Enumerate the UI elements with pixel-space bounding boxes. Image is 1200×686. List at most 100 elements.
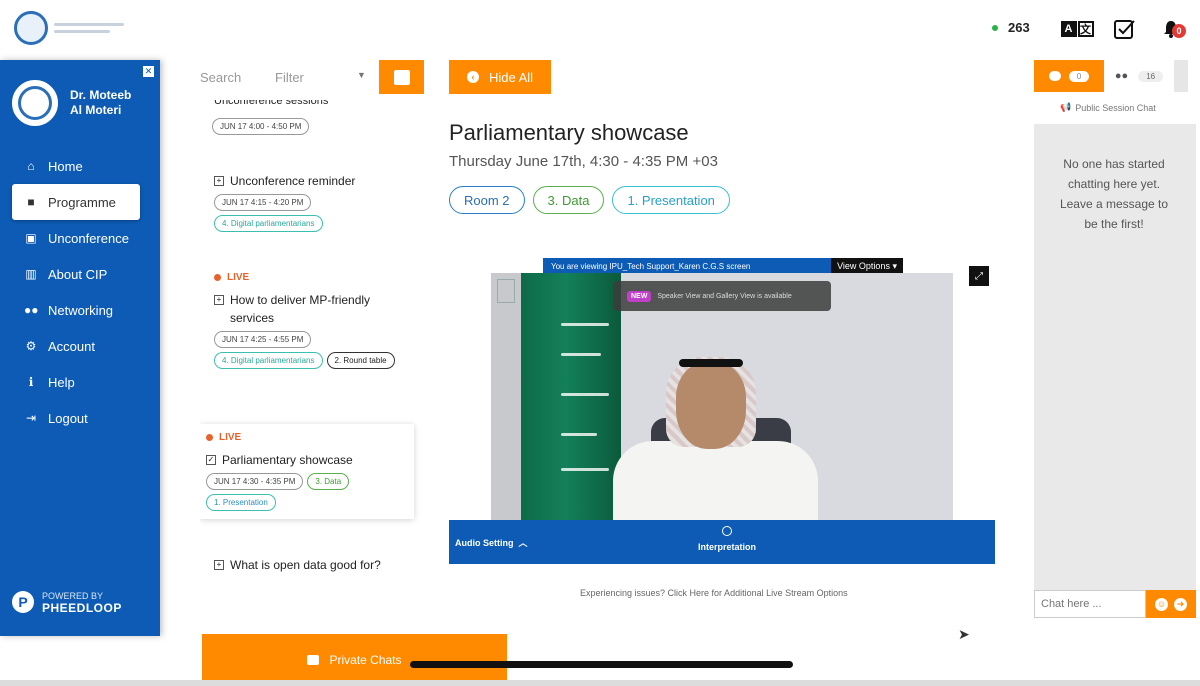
- page-title: Parliamentary showcase: [449, 120, 689, 145]
- calendar-icon: [393, 69, 410, 85]
- online-count: 263: [1008, 20, 1030, 35]
- new-badge: NEW: [627, 290, 652, 302]
- list-item[interactable]: + What is open data good for?: [200, 556, 414, 574]
- schedule-toolbar: Search Filter ▼: [200, 60, 430, 96]
- session-list: Unconference sessions JUN 17 4:00 - 4:50…: [200, 96, 428, 628]
- people-icon: ●●: [1114, 70, 1129, 82]
- format-tag[interactable]: 1. Presentation: [612, 186, 730, 214]
- session-track-chip[interactable]: 4. Digital parliamentarians: [214, 215, 323, 232]
- video-player[interactable]: NEW Speaker View and Gallery View is ava…: [491, 273, 953, 520]
- megaphone-icon: 📢: [1060, 102, 1072, 112]
- screen-share-bar: You are viewing IPU_Tech Support_Karen C…: [543, 258, 903, 274]
- selected-check-icon[interactable]: ✓: [206, 455, 216, 465]
- room-tag[interactable]: Room 2: [449, 186, 525, 214]
- send-icon[interactable]: ➜: [1174, 597, 1187, 611]
- sidebar-close-icon[interactable]: ✕: [143, 66, 154, 77]
- live-indicator: LIVE: [206, 432, 408, 443]
- chat-icon: [307, 655, 320, 665]
- globe-icon: [722, 526, 732, 536]
- view-options-button[interactable]: View Options ▾: [831, 258, 903, 274]
- session-track-chip[interactable]: 4. Digital parliamentarians: [214, 352, 323, 369]
- list-item[interactable]: LIVE + How to deliver MP-friendly service…: [200, 272, 414, 369]
- private-chats-button[interactable]: Private Chats: [202, 634, 507, 686]
- sidebar-item-unconference[interactable]: ▣ Unconference: [12, 220, 140, 256]
- sidebar-item-logout[interactable]: ⇥ Logout: [12, 400, 140, 436]
- tab-attendees[interactable]: ●● 16: [1104, 60, 1174, 92]
- video-icon: ■: [27, 195, 35, 209]
- session-format-chip[interactable]: 1. Presentation: [206, 494, 276, 511]
- flag-image: [521, 273, 621, 520]
- filter-select[interactable]: Filter: [275, 70, 304, 85]
- app-root: { "topbar": { "online_count": "263", "no…: [0, 0, 1200, 686]
- session-title: What is open data good for?: [230, 558, 381, 572]
- session-datetime: Thursday June 17th, 4:30 - 4:35 PM +03: [449, 153, 718, 170]
- sidebar-item-home[interactable]: ⌂ Home: [12, 148, 140, 184]
- language-toggle-icon[interactable]: A文: [1060, 18, 1094, 40]
- organization-logo[interactable]: [14, 10, 134, 46]
- checklist-icon[interactable]: [1112, 18, 1138, 40]
- emblem-icon: [497, 279, 515, 303]
- stream-options-link[interactable]: Experiencing issues? Click Here for Addi…: [580, 588, 848, 598]
- sidebar-item-programme[interactable]: ■ Programme: [12, 184, 140, 220]
- interpretation-button[interactable]: Interpretation: [685, 526, 769, 552]
- sidebar-item-help[interactable]: ℹ Help: [12, 364, 140, 400]
- session-track-chip[interactable]: 3. Data: [307, 473, 350, 490]
- list-item-current[interactable]: LIVE ✓ Parliamentary showcase JUN 17 4:30…: [200, 424, 414, 519]
- sidebar-item-networking[interactable]: ●● Networking: [12, 292, 140, 328]
- live-indicator: LIVE: [214, 272, 414, 283]
- profile-name: Dr. Moteeb Al Moteri: [70, 88, 132, 117]
- session-time-chip: JUN 17 4:25 - 4:55 PM: [214, 331, 312, 348]
- chevron-down-icon: ▾: [892, 260, 897, 271]
- home-indicator[interactable]: [410, 661, 793, 668]
- session-title: Unconference sessions: [214, 100, 329, 107]
- chat-actions: ☺ ➜: [1146, 590, 1196, 618]
- chat-collapse-icon[interactable]: [1174, 60, 1188, 92]
- fullscreen-icon[interactable]: ⤢: [969, 266, 989, 286]
- pheedloop-logo-icon: P: [12, 591, 34, 613]
- chevron-left-icon: ‹: [466, 71, 479, 83]
- hide-all-button[interactable]: ‹ Hide All: [449, 60, 551, 94]
- speaker-video: [676, 363, 746, 449]
- notifications-bell-icon[interactable]: 0: [1156, 18, 1186, 40]
- list-item[interactable]: + Unconference reminder JUN 17 4:15 - 4:2…: [200, 172, 414, 232]
- expand-icon[interactable]: +: [214, 560, 224, 570]
- sidebar-nav: ⌂ Home ■ Programme ▣ Unconference ▥ Abou…: [12, 148, 140, 436]
- chevron-down-icon[interactable]: ▼: [357, 70, 366, 80]
- online-users-counter: 263: [992, 20, 1030, 35]
- sidebar-item-account[interactable]: ⚙ Account: [12, 328, 140, 364]
- brand-name: PHEEDLOOP: [42, 601, 122, 615]
- user-profile[interactable]: Dr. Moteeb Al Moteri: [12, 80, 140, 126]
- session-time-chip: JUN 17 4:30 - 4:35 PM: [206, 473, 304, 490]
- online-status-icon: [992, 24, 998, 31]
- viewing-text: You are viewing IPU_Tech Support_Karen C…: [551, 261, 751, 271]
- info-icon: ℹ: [28, 375, 34, 389]
- public-chat-header: 📢 Public Session Chat: [1060, 102, 1156, 113]
- chat-input[interactable]: [1034, 590, 1146, 618]
- home-icon: ⌂: [27, 159, 35, 173]
- chat-bubble-icon: [1048, 71, 1061, 81]
- building-icon: ▥: [25, 267, 37, 281]
- expand-icon[interactable]: +: [214, 295, 224, 305]
- expand-icon[interactable]: +: [214, 176, 224, 186]
- track-tag[interactable]: 3. Data: [532, 186, 605, 214]
- notification-badge: 0: [1172, 24, 1186, 38]
- sidebar-item-about-cip[interactable]: ▥ About CIP: [12, 256, 140, 292]
- calendar-button[interactable]: [379, 60, 424, 94]
- powered-by-label: POWERED BY: [42, 591, 104, 601]
- search-input[interactable]: Search: [200, 70, 241, 85]
- audio-setting-button[interactable]: Audio Setting ︿: [455, 536, 528, 549]
- list-item[interactable]: Unconference sessions JUN 17 4:00 - 4:50…: [200, 96, 414, 135]
- people-icon: ●●: [24, 303, 39, 317]
- logo-emblem-icon: [14, 11, 48, 45]
- session-tags: Room 2 3. Data 1. Presentation: [449, 186, 730, 214]
- bottom-strip: [0, 680, 1200, 686]
- session-format-chip[interactable]: 2. Round table: [326, 352, 395, 369]
- sidebar: ✕ Dr. Moteeb Al Moteri ⌂ Home ■ Programm…: [0, 60, 160, 636]
- powered-by-pheedloop[interactable]: P POWERED BY PHEEDLOOP: [12, 590, 122, 614]
- session-title: Unconference reminder: [230, 174, 356, 188]
- emoji-icon[interactable]: ☺: [1155, 597, 1168, 611]
- tab-chat[interactable]: 0: [1034, 60, 1104, 92]
- session-time-chip: JUN 17 4:15 - 4:20 PM: [214, 194, 312, 211]
- live-dot-icon: [206, 434, 213, 441]
- gear-icon: ⚙: [25, 339, 37, 353]
